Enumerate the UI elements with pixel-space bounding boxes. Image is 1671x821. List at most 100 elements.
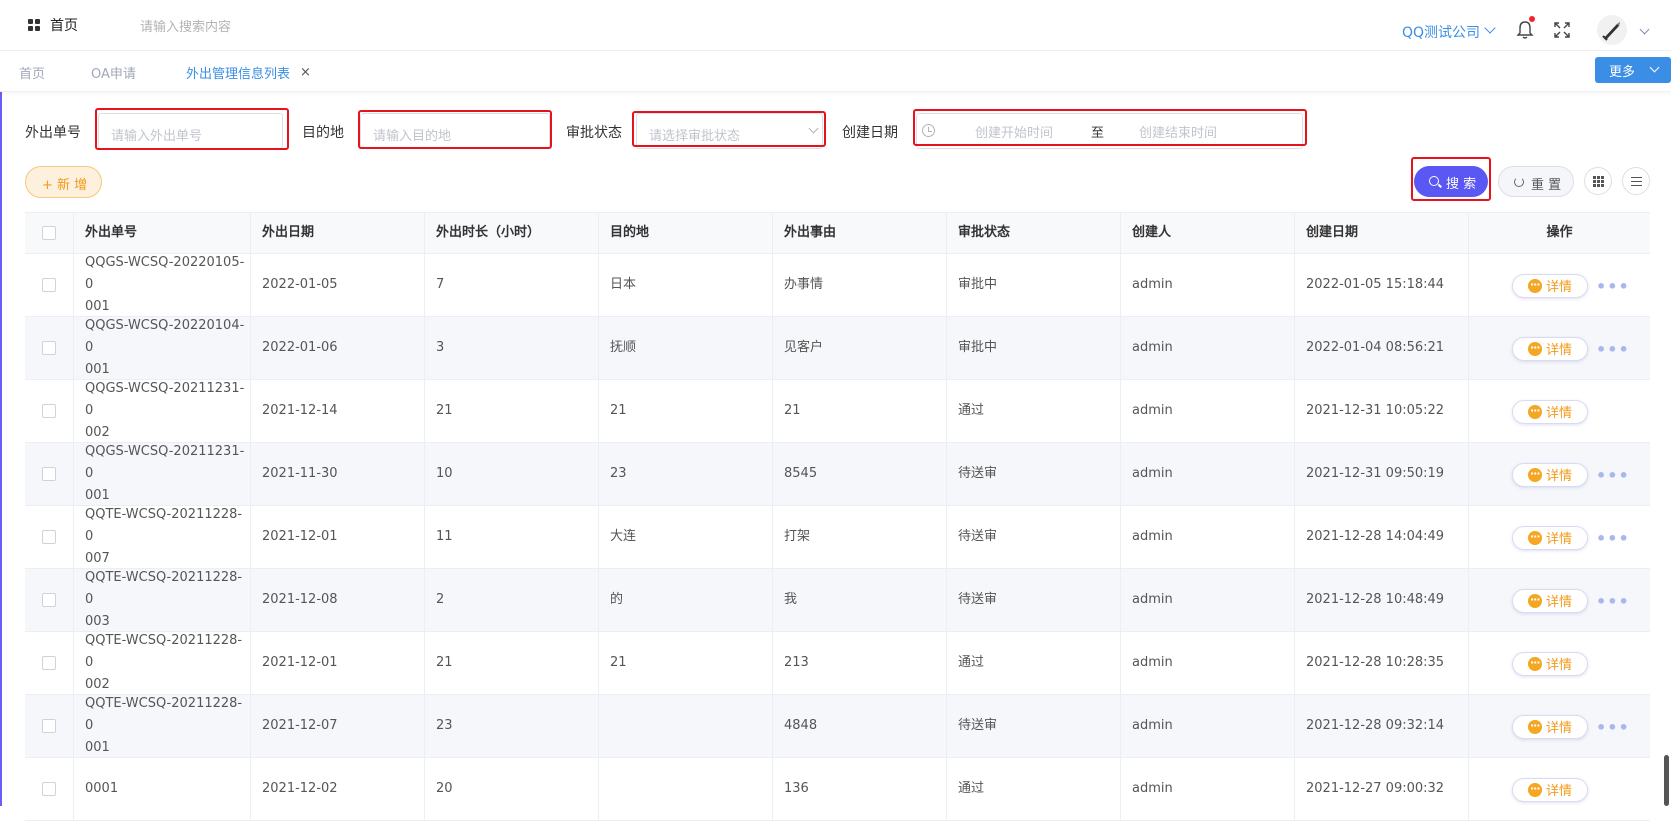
chevron-down-icon[interactable]: [1639, 24, 1650, 35]
filter-date-label: 创建日期: [842, 125, 898, 141]
detail-button[interactable]: 详情: [1512, 336, 1588, 361]
bell-icon[interactable]: [1516, 20, 1534, 40]
status-cell: 通过: [947, 758, 1121, 820]
outing-no-line: QQGS-WCSQ-20211231-0: [85, 444, 245, 481]
table-row[interactable]: 0001 2021-12-02 20 136 通过 admin 2021-12-27 09:…: [25, 758, 1650, 821]
more-actions-icon[interactable]: •••: [1596, 591, 1630, 613]
table-row[interactable]: QQTE-WCSQ-20211228-0 007 2021-12-01 11 大连 打架待…: [25, 506, 1650, 569]
window-edge: [0, 0, 2, 806]
tab-outing-list[interactable]: 外出管理信息列表: [186, 63, 290, 82]
more-button[interactable]: 更多: [1595, 57, 1671, 83]
user-avatar[interactable]: [1597, 15, 1627, 45]
tab-home[interactable]: 首页: [19, 63, 45, 82]
detail-button[interactable]: 详情: [1512, 399, 1588, 424]
table-row[interactable]: QQTE-WCSQ-20211228-0 002 2021-12-01 21 21 213…: [25, 632, 1650, 695]
close-icon[interactable]: ×: [300, 65, 311, 80]
reason-cell: 打架: [773, 506, 947, 568]
row-checkbox[interactable]: [42, 467, 56, 481]
detail-button[interactable]: 详情: [1512, 525, 1588, 550]
home-link[interactable]: 首页: [50, 15, 78, 35]
detail-button-label: 详情: [1546, 720, 1573, 736]
created-date-cell: 2021-12-27 09:00:32: [1295, 758, 1469, 820]
detail-button[interactable]: 详情: [1512, 714, 1588, 739]
row-checkbox[interactable]: [42, 341, 56, 355]
row-checkbox[interactable]: [42, 530, 56, 544]
status-cell: 通过: [947, 380, 1121, 442]
top-header: 首页 请输入搜索内容 QQ测试公司: [0, 0, 1671, 50]
detail-button-label: 详情: [1546, 468, 1573, 484]
outing-date-cell: 2022-01-06: [251, 317, 425, 379]
detail-button-label: 详情: [1546, 783, 1573, 799]
column-header: 外出事由: [773, 213, 947, 253]
refresh-icon: [1514, 177, 1524, 187]
row-checkbox[interactable]: [42, 656, 56, 670]
row-checkbox[interactable]: [42, 719, 56, 733]
more-actions-icon[interactable]: •••: [1596, 528, 1630, 550]
outing-date-cell: 2021-12-02: [251, 758, 425, 820]
global-search-input[interactable]: 请输入搜索内容: [140, 16, 231, 35]
detail-button[interactable]: 详情: [1512, 462, 1588, 487]
table-row[interactable]: QQGS-WCSQ-20220104-0 001 2022-01-06 3 抚顺 见客户审…: [25, 317, 1650, 380]
outing-date-cell: 2021-11-30: [251, 443, 425, 505]
operations-cell: 详情 •••: [1469, 254, 1650, 316]
column-header: 操作: [1546, 225, 1573, 240]
more-actions-icon[interactable]: •••: [1596, 339, 1630, 361]
outing-date-cell: 2021-12-01: [251, 632, 425, 694]
more-actions-icon[interactable]: •••: [1596, 276, 1630, 298]
select-all-checkbox[interactable]: [42, 226, 56, 240]
status-cell: 通过: [947, 632, 1121, 694]
outing-date-cell: 2021-12-07: [251, 695, 425, 757]
row-checkbox[interactable]: [42, 782, 56, 796]
detail-button[interactable]: 详情: [1512, 651, 1588, 676]
company-selector[interactable]: QQ测试公司: [1402, 22, 1480, 42]
operations-cell: 详情 •••: [1469, 317, 1650, 379]
more-actions-icon[interactable]: •••: [1596, 717, 1630, 739]
reset-button[interactable]: 重 置: [1498, 166, 1574, 197]
row-select-cell: [25, 254, 74, 316]
chevron-down-icon: [1649, 62, 1660, 73]
operations-cell: 详情 •••: [1469, 569, 1650, 631]
reason-cell: 8545: [773, 443, 947, 505]
more-circle-icon: [1528, 526, 1542, 548]
detail-button[interactable]: 详情: [1512, 273, 1588, 298]
tab-oa-apply[interactable]: OA申请: [91, 63, 136, 82]
table-row[interactable]: QQGS-WCSQ-20211231-0 001 2021-11-30 10 23 854…: [25, 443, 1650, 506]
chevron-down-icon[interactable]: [1484, 22, 1496, 34]
row-checkbox[interactable]: [42, 278, 56, 292]
row-checkbox[interactable]: [42, 593, 56, 607]
more-circle-icon: [1528, 400, 1542, 422]
table-row[interactable]: QQGS-WCSQ-20220105-0 001 2022-01-05 7 日本 办事情审…: [25, 254, 1650, 317]
creator-cell: admin: [1121, 632, 1295, 694]
table-row[interactable]: QQGS-WCSQ-20211231-0 002 2021-12-14 21 21 21 通…: [25, 380, 1650, 443]
table-row[interactable]: QQTE-WCSQ-20211228-0 003 2021-12-08 2 的我待送审 a…: [25, 569, 1650, 632]
filter-settings-button[interactable]: [1622, 167, 1650, 195]
sliders-icon: [1631, 176, 1642, 187]
operations-cell: 详情 •••: [1469, 443, 1650, 505]
reason-cell: 136: [773, 758, 947, 820]
scrollbar-thumb[interactable]: [1664, 755, 1669, 806]
column-header: 外出单号: [74, 213, 251, 253]
outing-hours-cell: 11: [425, 506, 599, 568]
outing-no-line: QQTE-WCSQ-20211228-0: [85, 633, 243, 670]
table-row[interactable]: QQTE-WCSQ-20211228-0 001 2021-12-07 23 4848 待…: [25, 695, 1650, 758]
highlight-box: [913, 109, 1307, 146]
outing-no-cell: QQGS-WCSQ-20211231-0 001: [74, 443, 251, 505]
operations-cell: 详情 •••: [1469, 506, 1650, 568]
home-grid-icon[interactable]: [28, 19, 40, 31]
outing-hours-cell: 20: [425, 758, 599, 820]
destination-cell: 的: [599, 569, 773, 631]
fullscreen-icon[interactable]: [1553, 21, 1571, 39]
detail-button[interactable]: 详情: [1512, 777, 1588, 802]
outing-date-cell: 2021-12-01: [251, 506, 425, 568]
destination-cell: 21: [599, 380, 773, 442]
row-checkbox[interactable]: [42, 404, 56, 418]
outing-hours-cell: 2: [425, 569, 599, 631]
reason-cell: 我: [773, 569, 947, 631]
add-button[interactable]: + 新 增: [25, 166, 102, 198]
highlight-box: [632, 111, 826, 147]
more-actions-icon[interactable]: •••: [1596, 465, 1630, 487]
operations-cell: 详情: [1469, 632, 1650, 694]
detail-button[interactable]: 详情: [1512, 588, 1588, 613]
highlight-box: [358, 110, 552, 149]
column-settings-button[interactable]: [1584, 167, 1612, 195]
